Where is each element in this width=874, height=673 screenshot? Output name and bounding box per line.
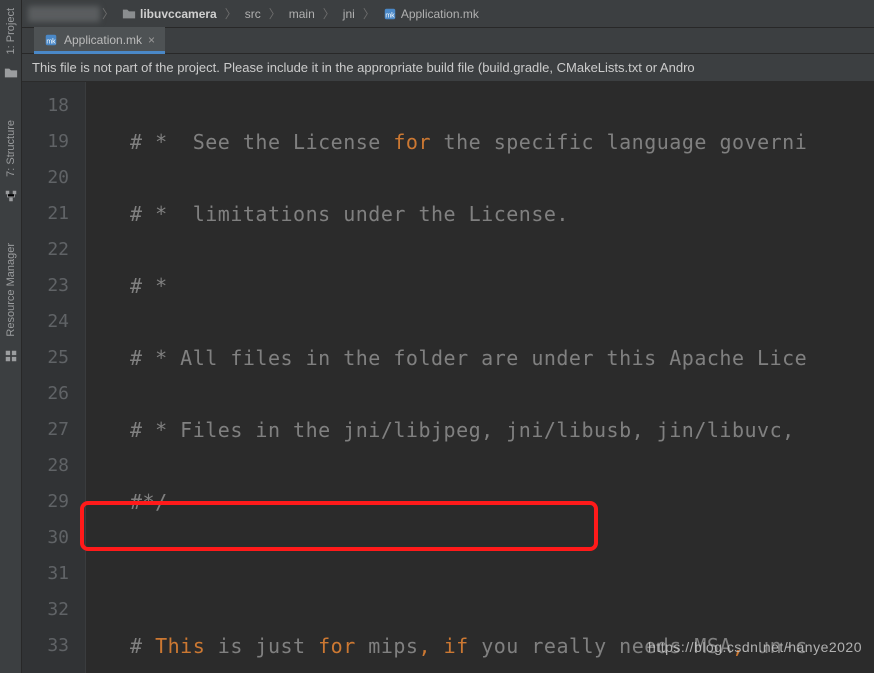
watermark: https://blog.csdn.net/hanye2020 bbox=[648, 629, 862, 665]
tab-active-indicator bbox=[34, 51, 165, 54]
structure-icon bbox=[4, 189, 18, 203]
close-icon[interactable]: × bbox=[148, 33, 155, 47]
tab-application-mk[interactable]: mk Application.mk × bbox=[34, 27, 165, 53]
editor-tabs: mk Application.mk × bbox=[22, 28, 874, 54]
chevron-right-icon: 〉 bbox=[361, 5, 377, 22]
svg-text:mk: mk bbox=[385, 12, 395, 19]
breadcrumb[interactable]: libuvccamera bbox=[116, 7, 223, 21]
tool-window-bar: 1: Project 7: Structure Resource Manager bbox=[0, 0, 22, 673]
folder-icon bbox=[4, 66, 18, 80]
chevron-right-icon: 〉 bbox=[267, 5, 283, 22]
file-not-in-project-banner: This file is not part of the project. Pl… bbox=[22, 54, 874, 82]
code-line: # * See the License for the specific lan… bbox=[130, 124, 874, 160]
code-line: # * bbox=[130, 268, 874, 304]
tool-tab-structure[interactable]: 7: Structure bbox=[3, 112, 19, 185]
editor[interactable]: 18 19 20 21 22 23 24 25 26 27 28 29 30 3… bbox=[22, 82, 874, 673]
project-name-blurred: xx bbox=[28, 6, 100, 22]
makefile-icon: mk bbox=[44, 33, 58, 47]
breadcrumb[interactable]: jni bbox=[337, 7, 361, 21]
tool-tab-resource-manager[interactable]: Resource Manager bbox=[3, 235, 19, 345]
code-area[interactable]: # * See the License for the specific lan… bbox=[86, 82, 874, 673]
code-line: # * Files in the jni/libjpeg, jni/libusb… bbox=[130, 412, 874, 448]
breadcrumb-bar: xx 〉 libuvccamera 〉 src 〉 main 〉 jni 〉 m… bbox=[22, 0, 874, 28]
breadcrumb[interactable]: mk Application.mk bbox=[377, 7, 485, 21]
code-line bbox=[130, 556, 874, 592]
gutter: 18 19 20 21 22 23 24 25 26 27 28 29 30 3… bbox=[22, 82, 86, 673]
svg-text:mk: mk bbox=[46, 39, 56, 46]
code-line: # * All files in the folder are under th… bbox=[130, 340, 874, 376]
breadcrumb[interactable]: src bbox=[239, 7, 267, 21]
breadcrumb[interactable]: main bbox=[283, 7, 321, 21]
code-line: # * limitations under the License. bbox=[130, 196, 874, 232]
resource-icon bbox=[4, 349, 18, 363]
chevron-right-icon: 〉 bbox=[223, 5, 239, 22]
folder-icon bbox=[122, 7, 136, 21]
chevron-right-icon: 〉 bbox=[321, 5, 337, 22]
code-line: #*/ bbox=[130, 484, 874, 520]
tool-tab-project[interactable]: 1: Project bbox=[3, 0, 19, 62]
tab-label: Application.mk bbox=[64, 33, 142, 47]
makefile-icon: mk bbox=[383, 7, 397, 21]
chevron-right-icon: 〉 bbox=[100, 5, 116, 22]
